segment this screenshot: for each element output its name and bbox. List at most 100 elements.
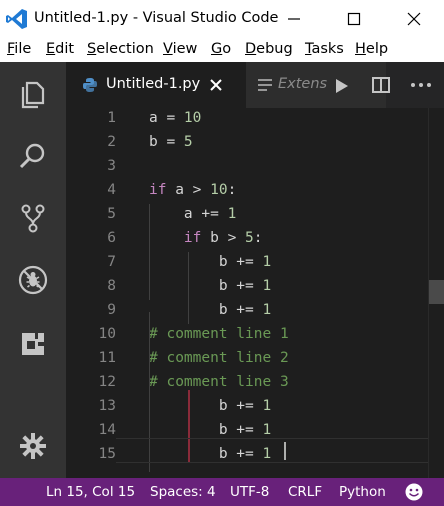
current-line-border-top xyxy=(116,438,444,439)
code-token: 1 xyxy=(262,302,272,318)
code-token: a > xyxy=(166,182,211,198)
status-indentation[interactable]: Spaces: 4 xyxy=(150,484,216,500)
line-number: 13 xyxy=(98,398,116,414)
code-line[interactable]: a += 1 xyxy=(149,202,236,226)
status-language[interactable]: Python xyxy=(339,484,386,500)
tab-close-icon[interactable] xyxy=(210,79,222,91)
code-token: # comment line 3 xyxy=(149,374,289,390)
title-bar: Untitled-1.py - Visual Studio Code xyxy=(0,0,444,38)
code-line[interactable]: # comment line 2 xyxy=(149,346,289,370)
menu-selection[interactable]: Selection xyxy=(87,41,154,57)
code-token: # comment line 2 xyxy=(149,350,289,366)
close-button[interactable] xyxy=(384,0,444,38)
code-token: a += xyxy=(149,206,228,222)
settings-button[interactable] xyxy=(13,426,53,466)
menu-go[interactable]: Go xyxy=(211,41,231,57)
search-button[interactable] xyxy=(13,136,53,176)
code-token: b += xyxy=(149,302,263,318)
run-icon[interactable] xyxy=(335,78,349,94)
code-line[interactable]: if b > 5: xyxy=(149,226,263,250)
menu-file[interactable]: File xyxy=(7,41,31,57)
extensions-icon xyxy=(22,333,44,355)
status-encoding[interactable]: UTF-8 xyxy=(230,484,269,500)
extensions-button[interactable] xyxy=(13,324,53,364)
menu-edit[interactable]: Edit xyxy=(46,41,74,57)
tab-label-inactive: Extens xyxy=(278,76,328,92)
code-token: 1 xyxy=(262,254,272,270)
code-line[interactable]: b += 1 xyxy=(149,250,271,274)
menu-help[interactable]: Help xyxy=(355,41,388,57)
debug-button[interactable] xyxy=(13,260,53,300)
code-token: 1 xyxy=(262,398,272,414)
line-number: 14 xyxy=(98,422,116,438)
indent-error-guide xyxy=(188,390,190,462)
code-token: 1 xyxy=(262,422,272,438)
feedback-smiley-icon[interactable] xyxy=(405,483,423,501)
menu-view[interactable]: View xyxy=(163,41,197,57)
menu-debug[interactable]: Debug xyxy=(245,41,293,57)
text-cursor xyxy=(284,442,286,460)
settings-gear-icon xyxy=(20,433,46,459)
window-title: Untitled-1.py - Visual Studio Code xyxy=(34,10,279,26)
code-line[interactable]: # comment line 3 xyxy=(149,370,289,394)
code-token: 5 xyxy=(183,134,193,150)
code-line[interactable]: b += 1 xyxy=(149,298,271,322)
line-number: 7 xyxy=(107,254,116,270)
line-number: 2 xyxy=(107,134,116,150)
search-icon xyxy=(19,143,45,169)
code-line[interactable]: b += 1 xyxy=(149,274,271,298)
source-control-button[interactable] xyxy=(13,198,53,238)
code-line[interactable]: # comment line 1 xyxy=(149,322,289,346)
source-control-icon xyxy=(21,204,45,233)
code-token: 10 xyxy=(210,182,228,198)
line-number: 12 xyxy=(98,374,116,390)
vertical-scrollbar[interactable] xyxy=(428,108,444,478)
scrollbar-cursor-marker xyxy=(429,280,444,304)
tab-extensions[interactable]: Extens xyxy=(246,62,386,108)
code-line[interactable]: if a > 10: xyxy=(149,178,236,202)
code-editor[interactable]: 1 2 3 4 5 6 7 8 9 10 11 12 13 14 15 a = 10 b = 5 if a > … xyxy=(66,108,444,478)
line-number: 1 xyxy=(107,110,116,126)
preview-icon xyxy=(258,79,272,91)
editor-tab-bar: Untitled-1.py Extens xyxy=(66,62,444,108)
indent-guide xyxy=(149,204,150,300)
maximize-icon xyxy=(347,12,361,26)
code-token: b += xyxy=(149,254,263,270)
indent-guide xyxy=(149,390,150,462)
line-number: 8 xyxy=(107,278,116,294)
line-number: 3 xyxy=(107,158,116,174)
code-token: : xyxy=(227,182,237,198)
code-line[interactable]: a = 10 xyxy=(149,108,201,130)
debug-icon xyxy=(18,265,48,295)
line-number: 5 xyxy=(107,206,116,222)
indent-guide xyxy=(188,252,189,324)
code-token: b = xyxy=(149,134,184,150)
line-number: 11 xyxy=(98,350,116,366)
more-actions-icon[interactable] xyxy=(411,83,431,87)
code-token: if xyxy=(149,182,167,198)
activity-bar xyxy=(0,62,66,478)
code-token: b += xyxy=(149,278,263,294)
split-editor-icon[interactable] xyxy=(372,77,390,93)
line-number: 6 xyxy=(107,230,116,246)
code-line[interactable]: b = 5 xyxy=(149,130,193,154)
status-cursor-position[interactable]: Ln 15, Col 15 xyxy=(46,484,135,500)
status-eol[interactable]: CRLF xyxy=(288,484,322,500)
menu-tasks[interactable]: Tasks xyxy=(305,41,344,57)
explorer-button[interactable] xyxy=(13,74,53,114)
minimize-icon xyxy=(288,18,300,20)
code-token: b += xyxy=(149,398,263,414)
code-token: 1 xyxy=(262,446,272,462)
code-token: 1 xyxy=(262,278,272,294)
maximize-button[interactable] xyxy=(324,0,384,38)
python-file-icon xyxy=(83,78,97,92)
code-token: 1 xyxy=(227,206,237,222)
line-number: 10 xyxy=(98,326,116,342)
status-bar: Ln 15, Col 15 Spaces: 4 UTF-8 CRLF Pytho… xyxy=(0,478,444,506)
vscode-logo-icon xyxy=(6,9,27,29)
code-token: a = xyxy=(149,110,184,126)
tab-untitled-1[interactable]: Untitled-1.py xyxy=(66,62,246,108)
menu-bar: File Edit Selection View Go Debug Tasks … xyxy=(0,38,444,62)
minimize-button[interactable] xyxy=(264,0,324,38)
code-line[interactable]: b += 1 xyxy=(149,394,271,418)
